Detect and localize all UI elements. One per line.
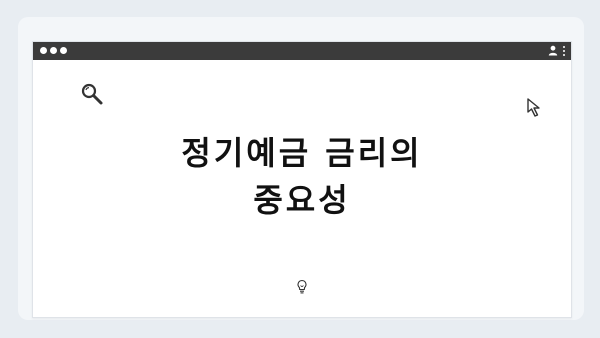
- titlebar-icons: [548, 45, 565, 56]
- user-icon[interactable]: [548, 45, 558, 56]
- window-controls: [40, 47, 67, 54]
- page-title: 정기예금 금리의 중요성: [33, 130, 571, 224]
- browser-window: 정기예금 금리의 중요성: [32, 41, 572, 318]
- close-dot[interactable]: [40, 47, 47, 54]
- cursor-icon: [527, 98, 540, 117]
- minimize-dot[interactable]: [50, 47, 57, 54]
- search-icon: [81, 83, 103, 105]
- more-vertical-icon[interactable]: [563, 45, 565, 56]
- maximize-dot[interactable]: [60, 47, 67, 54]
- title-line-1: 정기예금 금리의: [181, 134, 423, 172]
- lightbulb-icon: [297, 279, 307, 294]
- title-line-2: 중요성: [253, 181, 351, 219]
- window-titlebar: [33, 42, 571, 60]
